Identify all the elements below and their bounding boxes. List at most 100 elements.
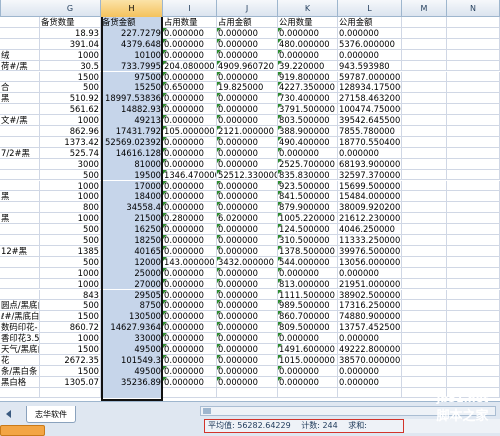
cell-l[interactable]: 5376.000000 — [338, 38, 402, 50]
cell-m[interactable] — [402, 104, 447, 116]
cell-n[interactable] — [447, 322, 500, 334]
cell-m[interactable] — [402, 191, 447, 203]
cell-m[interactable] — [402, 49, 447, 61]
cell-j[interactable]: 0.000000 — [217, 311, 278, 323]
cell-m[interactable] — [402, 147, 447, 159]
cell-i[interactable] — [163, 387, 217, 399]
cell-i[interactable]: 143.000000 — [163, 256, 217, 268]
cell-m[interactable] — [402, 300, 447, 312]
cell-n-header[interactable] — [447, 17, 500, 28]
cell-n[interactable] — [447, 147, 500, 159]
cell-g[interactable]: 1500 — [40, 71, 101, 83]
cell-n[interactable] — [447, 245, 500, 257]
column-header-k[interactable]: K — [278, 0, 338, 17]
cell-j[interactable]: 0.000000 — [217, 224, 278, 235]
cell-k[interactable]: 813.000000 — [278, 278, 338, 290]
cell-j[interactable]: 0.000000 — [217, 115, 278, 126]
cell-m[interactable] — [402, 27, 447, 39]
cell-n[interactable] — [447, 289, 500, 301]
cell-l[interactable]: 49222.800000 — [338, 344, 402, 355]
cell-j[interactable]: 19.825000 — [217, 82, 278, 94]
cell-j[interactable]: 2121.000000 — [217, 126, 278, 137]
cell-i[interactable]: 0.000000 — [163, 49, 217, 61]
cell-h[interactable]: 19500 — [101, 169, 163, 181]
cell-k[interactable]: 124.500000 — [278, 224, 338, 235]
cell-l[interactable]: 0.000000 — [338, 333, 402, 344]
cell-n[interactable] — [447, 278, 500, 290]
cell-l[interactable]: 17316.250000 — [338, 300, 402, 312]
cell-j[interactable]: 0.000000 — [217, 289, 278, 301]
cell-i[interactable]: 0.000000 — [163, 38, 217, 50]
cell-i[interactable]: 105.000000 — [163, 126, 217, 137]
cell-h[interactable]: 130500 — [101, 311, 163, 323]
cell-a[interactable]: 条/黑白条 — [0, 365, 40, 377]
cell-g[interactable]: 1000 — [40, 213, 101, 225]
cell-g[interactable]: 800 — [40, 202, 101, 214]
cell-i[interactable]: 0.000000 — [163, 365, 217, 377]
cell-l[interactable] — [338, 387, 402, 399]
cell-g[interactable]: 862.96 — [40, 126, 101, 137]
cell-g[interactable]: 500 — [40, 256, 101, 268]
cell-j[interactable]: 0.000000 — [217, 278, 278, 290]
cell-n[interactable] — [447, 60, 500, 72]
cell-j[interactable]: 0.000000 — [217, 354, 278, 366]
horizontal-scrollbar[interactable] — [200, 406, 496, 416]
cell-a[interactable]: 香印花3.5C — [0, 333, 40, 344]
cell-a[interactable] — [0, 387, 40, 399]
cell-m[interactable] — [402, 180, 447, 192]
cell-g[interactable] — [40, 387, 101, 399]
cell-a[interactable]: 文#/黑 — [0, 115, 40, 126]
cell-a[interactable] — [0, 180, 40, 192]
cell-n[interactable] — [447, 267, 500, 279]
cell-j[interactable]: 0.000000 — [217, 158, 278, 170]
cell-k[interactable]: 2525.700000 — [278, 158, 338, 170]
cell-k[interactable]: 1378.500000 — [278, 245, 338, 257]
cell-a[interactable] — [0, 104, 40, 116]
cell-h[interactable]: 27000 — [101, 278, 163, 290]
cell-i[interactable]: 0.000000 — [163, 147, 217, 159]
cell-g[interactable]: 1000 — [40, 333, 101, 344]
cell-j[interactable] — [217, 387, 278, 399]
cell-j[interactable]: 0.000000 — [217, 180, 278, 192]
cell-k[interactable] — [278, 387, 338, 399]
column-header-m[interactable]: M — [402, 0, 447, 17]
cell-m[interactable] — [402, 354, 447, 366]
cell-m[interactable] — [402, 278, 447, 290]
cell-h[interactable]: 16250 — [101, 224, 163, 235]
cell-k[interactable]: 310.500000 — [278, 235, 338, 246]
header-j[interactable]: 占用金额 — [217, 17, 278, 28]
cell-g[interactable]: 1000 — [40, 267, 101, 279]
cell-g[interactable]: 1500 — [40, 365, 101, 377]
cell-a[interactable] — [0, 278, 40, 290]
cell-k[interactable]: 1111.500000 — [278, 289, 338, 301]
header-h[interactable]: 备货金额 — [101, 17, 163, 28]
cell-j[interactable]: 0.000000 — [217, 322, 278, 334]
cell-h[interactable]: 18250 — [101, 235, 163, 246]
cell-a[interactable]: 黑 — [0, 213, 40, 225]
cell-g[interactable]: 1000 — [40, 278, 101, 290]
cell-m[interactable] — [402, 202, 447, 214]
cell-l[interactable]: 943.593980 — [338, 60, 402, 72]
select-all-corner[interactable] — [0, 0, 1, 17]
cell-n[interactable] — [447, 49, 500, 61]
cell-h[interactable]: 49500 — [101, 344, 163, 355]
cell-h[interactable]: 4379.648 — [101, 38, 163, 50]
cell-l[interactable]: 38902.500000 — [338, 289, 402, 301]
cell-k[interactable]: 480.000000 — [278, 38, 338, 50]
cell-i[interactable]: 0.280000 — [163, 213, 217, 225]
cell-n[interactable] — [447, 224, 500, 235]
cell-l[interactable]: 128934.175000 — [338, 82, 402, 94]
cell-k[interactable]: 1015.000000 — [278, 354, 338, 366]
cell-m[interactable] — [402, 387, 447, 399]
cell-m[interactable] — [402, 82, 447, 94]
cell-m[interactable] — [402, 365, 447, 377]
cell-n[interactable] — [447, 180, 500, 192]
header-l[interactable]: 公用金额 — [338, 17, 402, 28]
column-header-j[interactable]: J — [217, 0, 278, 17]
cell-n[interactable] — [447, 82, 500, 94]
cell-h[interactable]: 29505 — [101, 289, 163, 301]
cell-k[interactable]: 4227.350000 — [278, 82, 338, 94]
cell-i[interactable]: 0.000000 — [163, 289, 217, 301]
cell-j[interactable]: 0.000000 — [217, 365, 278, 377]
cell-l[interactable]: 21612.230000 — [338, 213, 402, 225]
